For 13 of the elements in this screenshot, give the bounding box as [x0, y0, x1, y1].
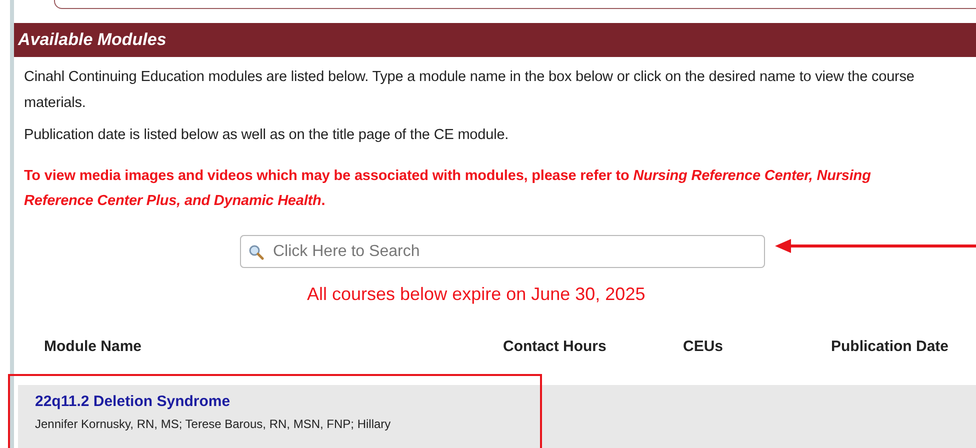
module-authors: Jennifer Kornusky, RN, MS; Terese Barous, RN, MSN, FNP; Hillary: [35, 417, 392, 431]
column-header: CEUs: [683, 338, 724, 355]
intro-text: Publication date is listed below as well as on the title page of the CE module.: [24, 126, 510, 145]
search-icon: [248, 244, 264, 260]
notice-text: To view media images and videos which may be associated with modules, please refer to Nursing Reference Center, Nursing Reference Center Plus, and Dynamic Health.: [24, 167, 872, 211]
column-header: Contact Hours: [503, 338, 608, 355]
column-header: Module Name: [44, 338, 143, 355]
section-title: Available Modules: [18, 30, 166, 50]
search-field[interactable]: Click Here to Search: [240, 235, 765, 268]
module-link[interactable]: 22q11.2 Deletion Syndrome: [35, 393, 230, 410]
intro-text: Cinahl Continuing Education modules are listed below. Type a module name in the box below or click on the desired name to view the course materials.: [24, 68, 916, 113]
expiry-notice: All courses below expire on June 30, 2025: [307, 284, 646, 305]
column-header: Publication Date: [831, 338, 949, 355]
